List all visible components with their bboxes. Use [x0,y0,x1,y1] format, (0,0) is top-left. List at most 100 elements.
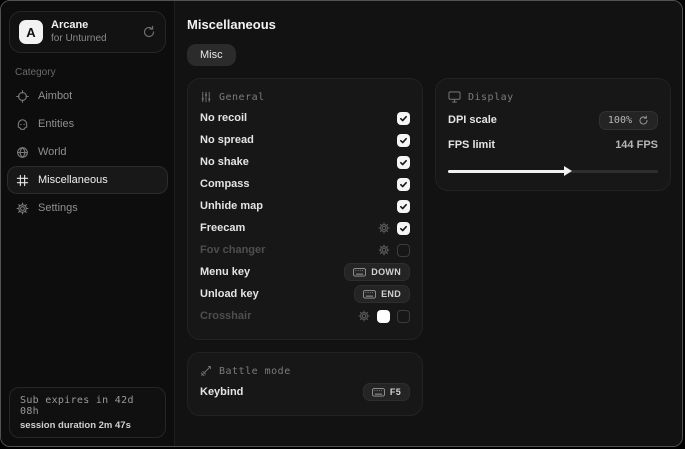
crosshair-gear-icon[interactable] [358,310,370,322]
dpi-scale-value[interactable]: 100% [599,111,658,130]
key-label: END [381,289,401,299]
setting-row-freecam: Freecam [200,217,410,239]
tab-misc[interactable]: Misc [187,44,236,66]
setting-label: Compass [200,178,397,190]
setting-row-no-shake: No shake [200,151,410,173]
keyboard-icon [372,388,385,397]
freecam-checkbox[interactable] [397,222,410,235]
key-label: F5 [390,387,401,397]
sidebar-item-label: World [38,146,67,158]
check-icon [399,224,408,233]
reload-icon[interactable] [142,25,156,39]
fov-changer-gear-icon[interactable] [378,244,390,256]
setting-label: Unhide map [200,200,397,212]
display-panel: Display DPI scale 100% FPS limit [435,78,671,191]
setting-label: No shake [200,156,397,168]
sidebar-item-label: Miscellaneous [38,174,108,186]
check-icon [399,136,408,145]
monitor-icon [448,91,461,103]
menu-key-binding[interactable]: DOWN [344,263,410,281]
sidebar: A Arcane for Unturned Category A [1,1,175,446]
sword-icon [200,365,212,377]
compass-checkbox[interactable] [397,178,410,191]
setting-label: Keybind [200,386,363,398]
setting-row-battle-keybind: Keybind F5 [200,381,410,403]
setting-row-menu-key: Menu key DOWN [200,261,410,283]
freecam-gear-icon[interactable] [378,222,390,234]
display-panel-title: Display [468,92,514,103]
setting-row-dpi-scale: DPI scale 100% [448,107,658,133]
keyboard-icon [363,290,376,299]
check-icon [399,114,408,123]
setting-row-compass: Compass [200,173,410,195]
fps-limit-value: 144 FPS [615,139,658,151]
slider-handle[interactable] [564,166,572,176]
category-label: Category [15,67,174,78]
setting-row-unhide-map: Unhide map [200,195,410,217]
brand-card: A Arcane for Unturned [9,11,166,53]
crosshair-color-swatch[interactable] [377,310,390,323]
crosshair-icon [16,90,29,103]
setting-label: Crosshair [200,310,358,322]
gear-icon [16,202,29,215]
subscription-status: Sub expires in 42d 08h session duration … [9,387,166,438]
sidebar-item-settings[interactable]: Settings [7,194,168,222]
general-panel-title: General [219,92,265,103]
sliders-icon [200,91,212,103]
keyboard-icon [353,268,366,277]
setting-label: Freecam [200,222,378,234]
sidebar-item-label: Aimbot [38,90,72,102]
sidebar-item-label: Entities [38,118,74,130]
sidebar-item-label: Settings [38,202,78,214]
battle-keybind[interactable]: F5 [363,383,410,401]
general-panel: General No recoil No spread No shake [187,78,423,340]
setting-label: DPI scale [448,114,599,126]
app-tagline: for Unturned [51,33,134,46]
fov-changer-checkbox[interactable] [397,244,410,257]
setting-row-crosshair: Crosshair [200,305,410,327]
key-label: DOWN [371,267,401,277]
app-logo: A [19,20,43,44]
no-recoil-checkbox[interactable] [397,112,410,125]
check-icon [399,202,408,211]
sub-expiry-text: Sub expires in 42d 08h [20,395,155,417]
crosshair-checkbox[interactable] [397,310,410,323]
unload-key-binding[interactable]: END [354,285,410,303]
fps-limit-slider[interactable] [448,164,658,178]
battle-mode-panel: Battle mode Keybind F5 [187,352,423,416]
setting-label: No recoil [200,112,397,124]
main-content: Miscellaneous Misc [175,1,683,446]
sidebar-nav: Aimbot Entities World [1,82,174,222]
app-name: Arcane [51,19,134,33]
setting-label: FPS limit [448,139,615,151]
setting-row-no-recoil: No recoil [200,107,410,129]
no-shake-checkbox[interactable] [397,156,410,169]
sidebar-item-aimbot[interactable]: Aimbot [7,82,168,110]
setting-label: Fov changer [200,244,378,256]
check-icon [399,158,408,167]
setting-label: Menu key [200,266,344,278]
check-icon [399,180,408,189]
setting-label: No spread [200,134,397,146]
entities-icon [16,118,29,131]
setting-row-fps-limit: FPS limit 144 FPS [448,133,658,157]
grid-icon [16,174,29,187]
unhide-map-checkbox[interactable] [397,200,410,213]
tab-bar: Misc [187,44,671,66]
session-duration-text: session duration 2m 47s [20,420,155,431]
dpi-scale-text: 100% [608,115,632,126]
sidebar-item-entities[interactable]: Entities [7,110,168,138]
sidebar-item-world[interactable]: World [7,138,168,166]
setting-row-unload-key: Unload key END [200,283,410,305]
sidebar-item-miscellaneous[interactable]: Miscellaneous [7,166,168,194]
refresh-icon [638,115,649,126]
battle-mode-panel-title: Battle mode [219,366,291,377]
setting-label: Unload key [200,288,354,300]
fps-slider-fill [448,170,566,173]
no-spread-checkbox[interactable] [397,134,410,147]
globe-icon [16,146,29,159]
setting-row-no-spread: No spread [200,129,410,151]
app-window: A Arcane for Unturned Category A [0,0,683,447]
page-title: Miscellaneous [187,17,671,32]
setting-row-fov-changer: Fov changer [200,239,410,261]
